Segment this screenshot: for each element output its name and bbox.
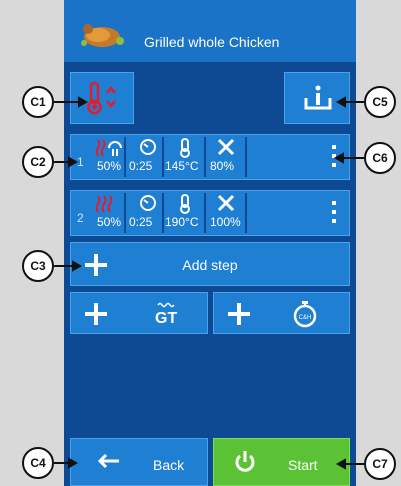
callout-arrows [54, 96, 364, 470]
callout-c1: C1 [22, 86, 54, 118]
callout-c4: C4 [22, 447, 54, 479]
callout-c5: C5 [364, 86, 396, 118]
callout-c3: C3 [22, 250, 54, 282]
callout-c2: C2 [22, 146, 54, 178]
callout-c7: C7 [364, 448, 396, 480]
callout-c6: C6 [364, 142, 396, 174]
